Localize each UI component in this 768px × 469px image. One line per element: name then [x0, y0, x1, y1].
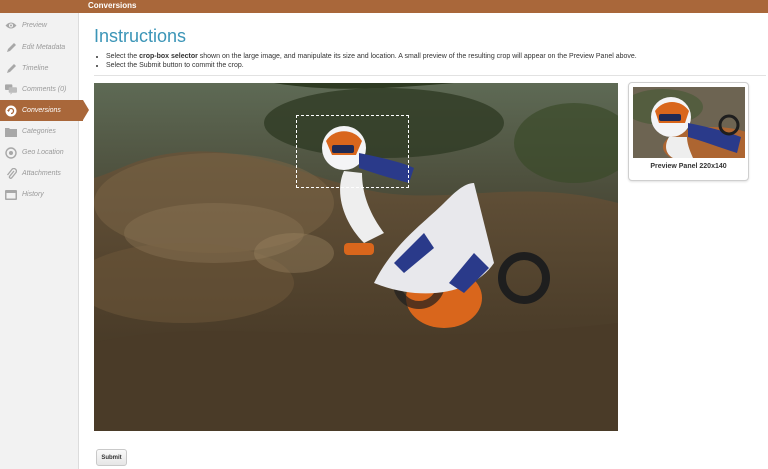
calendar-icon [5, 189, 17, 201]
sidebar-item-conversions[interactable]: Conversions [0, 100, 89, 121]
preview-panel: Preview Panel 220x140 [628, 82, 749, 181]
folder-icon [5, 126, 17, 138]
sidebar-item-comments[interactable]: Comments (0) [0, 79, 79, 100]
sidebar-item-label: Preview [22, 22, 47, 29]
sidebar-item-label: Categories [22, 128, 56, 135]
sidebar-item-geo-location[interactable]: Geo Location [0, 142, 79, 163]
comments-icon [5, 84, 17, 96]
eye-icon [5, 20, 17, 32]
instructions-heading: Instructions [94, 26, 187, 46]
top-bar: Conversions [0, 0, 768, 13]
sidebar-item-label: Geo Location [22, 149, 64, 156]
sidebar-item-label: Timeline [22, 65, 49, 72]
sidebar-item-edit-metadata[interactable]: Edit Metadata [0, 37, 79, 58]
sidebar-item-label: Comments (0) [22, 86, 67, 93]
instruction-item: Select the crop-box selector shown on th… [106, 52, 756, 61]
instruction-item: Select the Submit button to commit the c… [106, 61, 756, 70]
sidebar-item-label: Attachments [22, 170, 61, 177]
sidebar-item-categories[interactable]: Categories [0, 121, 79, 142]
preview-panel-label: Preview Panel 220x140 [650, 163, 727, 170]
pencil-icon [5, 42, 17, 54]
page-title: Conversions [88, 1, 137, 10]
paperclip-icon [5, 167, 17, 180]
divider [94, 75, 766, 76]
sidebar-item-timeline[interactable]: Timeline [0, 58, 79, 79]
instructions-list: Select the crop-box selector shown on th… [106, 52, 756, 70]
sidebar-item-preview[interactable]: Preview [0, 15, 79, 36]
sidebar-item-label: Edit Metadata [22, 44, 66, 51]
crop-preview-image [633, 87, 745, 158]
sidebar-item-history[interactable]: History [0, 184, 79, 205]
sidebar: Preview Edit Metadata Timeline Comments … [0, 13, 89, 469]
sidebar-item-attachments[interactable]: Attachments [0, 163, 79, 184]
sidebar-item-label: Conversions [22, 107, 61, 114]
sidebar-item-label: History [22, 191, 44, 198]
crop-box-selector[interactable] [296, 115, 409, 188]
submit-button[interactable]: Submit [96, 449, 127, 466]
globe-icon [5, 146, 17, 159]
pencil-icon [5, 63, 17, 75]
refresh-icon [5, 105, 17, 117]
